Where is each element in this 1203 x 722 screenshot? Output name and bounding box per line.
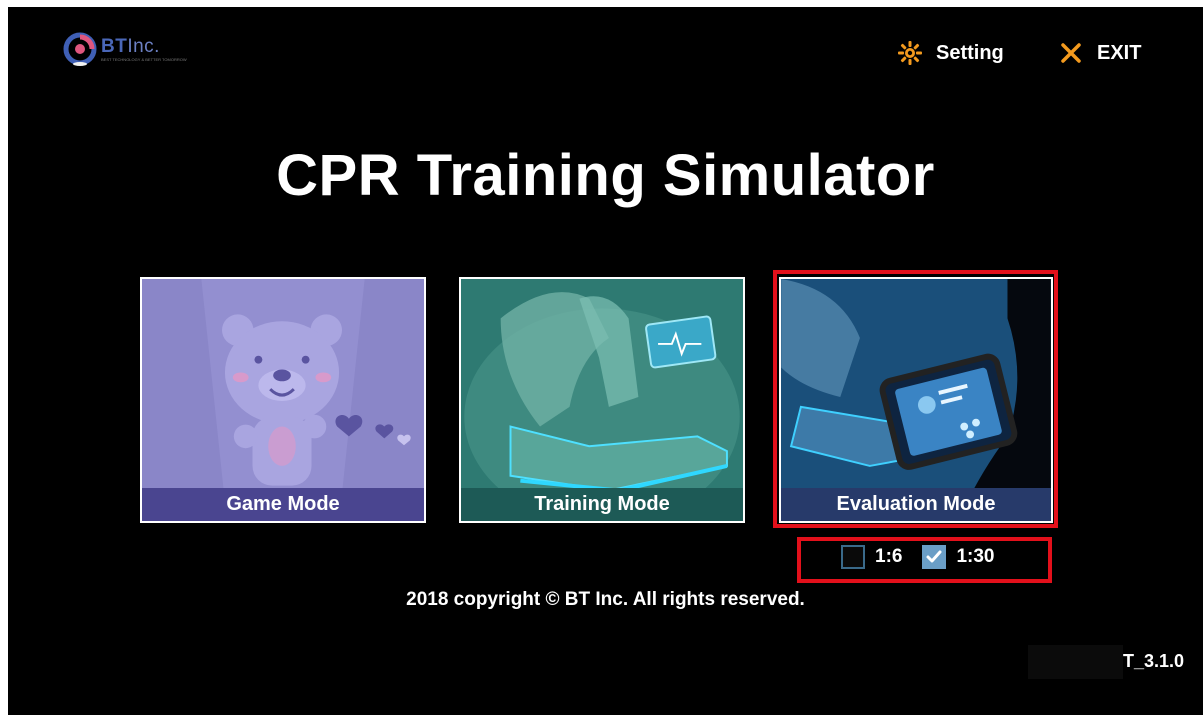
logo-text-main: BT (101, 35, 128, 57)
version-label: T_3.1.0 (1123, 651, 1185, 671)
game-mode-card[interactable]: Game Mode (140, 277, 426, 523)
training-mode-label: Training Mode (461, 488, 743, 521)
logo-tagline: BEST TECHNOLOGY & BETTER TOMORROW (101, 56, 187, 62)
ratio-options: 1:6 1:30 (841, 545, 1015, 569)
evaluation-mode-label: Evaluation Mode (781, 488, 1051, 521)
ratio-1-6-label: 1:6 (875, 546, 903, 567)
ratio-1-30-label: 1:30 (956, 546, 995, 567)
cpr-evaluation-illustration-icon (781, 279, 1051, 521)
bt-logo-icon (63, 32, 97, 66)
logo-text-inc: Inc. (127, 35, 160, 57)
cpr-training-illustration-icon (461, 279, 743, 521)
version-background (1028, 645, 1123, 679)
page-title: CPR Training Simulator (276, 143, 935, 208)
gear-icon (898, 41, 922, 65)
evaluation-mode-card[interactable]: Evaluation Mode (779, 277, 1053, 523)
training-mode-card[interactable]: Training Mode (459, 277, 745, 523)
ratio-1-6-checkbox[interactable] (841, 545, 865, 569)
ratio-1-30-checkbox[interactable] (922, 545, 947, 569)
bear-illustration-icon (201, 279, 411, 521)
checkmark-icon (926, 550, 942, 563)
bt-logo: BTInc. BEST TECHNOLOGY & BETTER TOMORROW (63, 32, 187, 66)
exit-button[interactable]: EXIT (1059, 41, 1141, 65)
game-mode-label: Game Mode (142, 488, 424, 521)
app-screen: BTInc. BEST TECHNOLOGY & BETTER TOMORROW… (8, 7, 1203, 715)
exit-label: EXIT (1097, 41, 1142, 64)
close-icon (1061, 43, 1081, 63)
copyright-text: 2018 copyright © BT Inc. All rights rese… (406, 589, 805, 610)
setting-label: Setting (936, 41, 1004, 64)
setting-button[interactable]: Setting (898, 41, 1004, 65)
